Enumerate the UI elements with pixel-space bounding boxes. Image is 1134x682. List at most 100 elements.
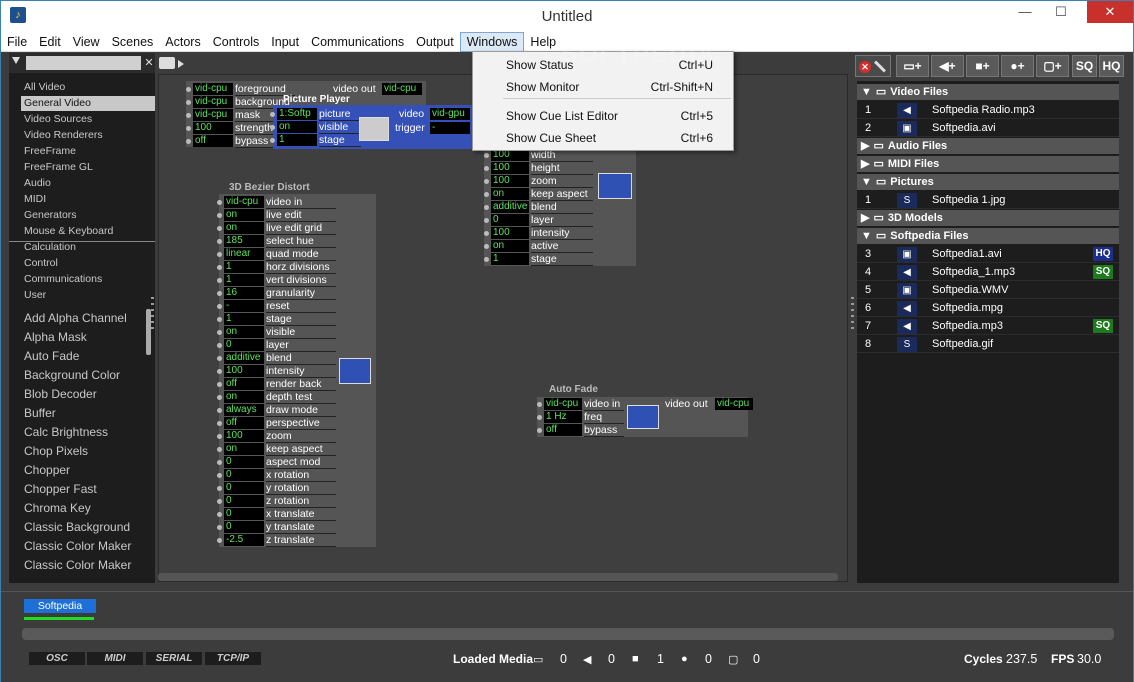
midi-button[interactable]: MIDI bbox=[87, 652, 143, 665]
add-midi-button[interactable]: ●+ bbox=[1001, 55, 1034, 77]
property-value[interactable]: on bbox=[224, 326, 264, 338]
actor-list-item[interactable]: Blob Decoder bbox=[21, 385, 146, 404]
trigger-value[interactable]: - bbox=[430, 122, 470, 134]
input-port[interactable] bbox=[217, 525, 222, 530]
input-port[interactable] bbox=[484, 257, 489, 262]
property-value[interactable]: 1 bbox=[224, 313, 264, 325]
play-icon[interactable] bbox=[178, 60, 184, 68]
input-port[interactable] bbox=[270, 138, 275, 143]
media-section-header[interactable]: ▶ ▭ MIDI Files bbox=[857, 156, 1119, 172]
hq-button[interactable]: HQ bbox=[1099, 55, 1124, 77]
category-item[interactable]: Calculation bbox=[21, 240, 155, 255]
property-value[interactable]: always bbox=[224, 404, 264, 416]
input-port[interactable] bbox=[217, 239, 222, 244]
property-value[interactable]: 0 bbox=[491, 214, 529, 226]
property-value[interactable]: vid-cpu bbox=[544, 398, 582, 410]
input-port[interactable] bbox=[186, 126, 191, 131]
property-value[interactable]: 1 bbox=[491, 253, 529, 265]
property-value[interactable]: 16 bbox=[224, 287, 264, 299]
media-section-header[interactable]: ▶ ▭ Audio Files bbox=[857, 138, 1119, 154]
property-value[interactable]: vid-cpu bbox=[193, 109, 233, 121]
add-video-button[interactable]: ▭+ bbox=[896, 55, 929, 77]
sq-button[interactable]: SQ bbox=[1072, 55, 1097, 77]
property-value[interactable]: on bbox=[224, 222, 264, 234]
input-port[interactable] bbox=[484, 166, 489, 171]
actor-list-item[interactable]: Auto Fade bbox=[21, 347, 146, 366]
input-port[interactable] bbox=[217, 265, 222, 270]
input-port[interactable] bbox=[484, 244, 489, 249]
media-row[interactable]: 7 ◀ Softpedia.mp3 SQ bbox=[857, 318, 1119, 335]
property-value[interactable]: 0 bbox=[224, 339, 264, 351]
property-value[interactable]: 1 bbox=[224, 261, 264, 273]
property-value[interactable]: -2.5 bbox=[224, 534, 264, 546]
category-item[interactable]: Video Renderers bbox=[21, 128, 155, 143]
actor-node-projector[interactable]: 100 width 100 height 100 zoom on keep aspect add… bbox=[484, 147, 636, 266]
property-value[interactable]: additive bbox=[224, 352, 264, 364]
input-port[interactable] bbox=[484, 205, 489, 210]
input-port[interactable] bbox=[217, 369, 222, 374]
media-row[interactable]: 1 ◀ Softpedia Radio.mp3 bbox=[857, 102, 1119, 119]
media-section-header[interactable]: ▼ ▭ Pictures bbox=[857, 174, 1119, 190]
input-port[interactable] bbox=[217, 408, 222, 413]
add-3d-model-button[interactable]: ▢+ bbox=[1036, 55, 1069, 77]
category-item[interactable]: FreeFrame bbox=[21, 144, 155, 159]
remove-media-button[interactable]: ✕ bbox=[855, 55, 891, 77]
media-row[interactable]: 8 S Softpedia.gif bbox=[857, 336, 1119, 353]
media-section-header[interactable]: ▼ ▭ Softpedia Files bbox=[857, 228, 1119, 244]
input-port[interactable] bbox=[484, 218, 489, 223]
property-value[interactable]: 100 bbox=[491, 175, 529, 187]
actor-list-item[interactable]: Chopper Fast bbox=[21, 480, 146, 499]
property-value[interactable]: on bbox=[491, 188, 529, 200]
category-item[interactable]: User bbox=[21, 288, 155, 303]
actor-list-item[interactable]: Chroma Key bbox=[21, 499, 146, 518]
category-item[interactable]: Control bbox=[21, 256, 155, 271]
menu-file[interactable]: File bbox=[1, 32, 33, 52]
chevron-icon[interactable]: ▶ bbox=[861, 140, 869, 152]
property-value[interactable]: 0 bbox=[224, 469, 264, 481]
menu-communications[interactable]: Communications bbox=[305, 32, 410, 52]
menu-input[interactable]: Input bbox=[265, 32, 305, 52]
media-row[interactable]: 3 ▣ Softpedia1.avi HQ bbox=[857, 246, 1119, 263]
category-item[interactable]: Video Sources bbox=[21, 112, 155, 127]
input-port[interactable] bbox=[217, 434, 222, 439]
input-port[interactable] bbox=[217, 499, 222, 504]
menu-item-show-monitor[interactable]: Show Monitor Ctrl-Shift+N bbox=[473, 77, 733, 97]
media-row[interactable]: 5 ▣ Softpedia.WMV bbox=[857, 282, 1119, 299]
input-port[interactable] bbox=[186, 87, 191, 92]
cue-scrollbar[interactable] bbox=[22, 628, 1114, 640]
input-port[interactable] bbox=[217, 473, 222, 478]
property-value[interactable]: vid-cpu bbox=[193, 83, 233, 95]
actor-list-item[interactable]: Classic Color Maker bbox=[21, 537, 146, 556]
menu-actors[interactable]: Actors bbox=[159, 32, 206, 52]
property-value[interactable]: 100 bbox=[491, 227, 529, 239]
chevron-icon[interactable]: ▼ bbox=[861, 230, 872, 242]
input-port[interactable] bbox=[186, 100, 191, 105]
property-value[interactable]: - bbox=[224, 300, 264, 312]
input-port[interactable] bbox=[186, 139, 191, 144]
chevron-icon[interactable]: ▶ bbox=[861, 212, 869, 224]
property-value[interactable]: off bbox=[193, 135, 233, 147]
actor-list-item[interactable]: Buffer bbox=[21, 404, 146, 423]
actor-list-item[interactable]: Calc Brightness bbox=[21, 423, 146, 442]
property-value[interactable]: 0 bbox=[224, 456, 264, 468]
category-item[interactable]: All Video bbox=[21, 80, 155, 95]
media-section-header[interactable]: ▶ ▭ 3D Models bbox=[857, 210, 1119, 226]
category-item[interactable]: Mouse & Keyboard bbox=[21, 224, 155, 239]
actor-list-item[interactable]: Classic Color Maker bbox=[21, 556, 146, 575]
actor-node-picture-player[interactable]: Picture Player 1:Softp picture on visible 1 s… bbox=[270, 94, 473, 149]
property-value[interactable]: off bbox=[224, 417, 264, 429]
actor-list-item[interactable]: Classic Background bbox=[21, 518, 146, 537]
input-port[interactable] bbox=[484, 153, 489, 158]
chevron-icon[interactable]: ▶ bbox=[861, 158, 869, 170]
menu-windows[interactable]: Windows bbox=[459, 32, 525, 52]
property-value[interactable]: 100 bbox=[193, 122, 233, 134]
input-port[interactable] bbox=[217, 512, 222, 517]
osc-button[interactable]: OSC bbox=[29, 652, 85, 665]
input-port[interactable] bbox=[217, 252, 222, 257]
maximize-button[interactable]: ☐ bbox=[1045, 1, 1077, 23]
property-value[interactable]: vid-cpu bbox=[193, 96, 233, 108]
input-port[interactable] bbox=[217, 356, 222, 361]
property-value[interactable]: 1 Hz bbox=[544, 411, 582, 423]
input-port[interactable] bbox=[217, 395, 222, 400]
input-port[interactable] bbox=[217, 447, 222, 452]
